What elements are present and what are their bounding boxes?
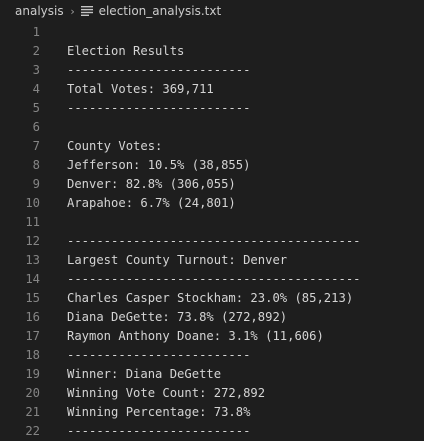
- line-text[interactable]: [40, 213, 67, 232]
- code-area[interactable]: 1 2 Election Results 3 ---------------------…: [0, 23, 424, 441]
- line-number: 10: [25, 196, 40, 210]
- line-number: 16: [25, 310, 40, 324]
- line-number: 13: [25, 253, 40, 267]
- code-line[interactable]: 2 Election Results: [0, 42, 424, 61]
- line-number: 1: [32, 25, 40, 39]
- code-line[interactable]: 22 -------------------------: [0, 422, 424, 441]
- line-number: 7: [32, 139, 40, 153]
- line-text[interactable]: ----------------------------------------: [40, 232, 361, 251]
- code-line[interactable]: 7 County Votes:: [0, 137, 424, 156]
- line-number: 11: [25, 215, 40, 229]
- line-text[interactable]: [40, 23, 67, 42]
- breadcrumb: analysis › election_analysis.txt: [0, 0, 424, 22]
- line-number: 8: [32, 158, 40, 172]
- line-number: 22: [25, 424, 40, 438]
- line-text[interactable]: -------------------------: [40, 61, 250, 80]
- line-text[interactable]: Winning Vote Count: 272,892: [40, 384, 265, 403]
- line-text[interactable]: -------------------------: [40, 346, 250, 365]
- line-text[interactable]: Total Votes: 369,711: [40, 80, 214, 99]
- code-line[interactable]: 11: [0, 213, 424, 232]
- line-text[interactable]: -------------------------: [40, 422, 250, 441]
- line-text[interactable]: County Votes:: [40, 137, 162, 156]
- line-number: 3: [32, 63, 40, 77]
- line-text[interactable]: Diana DeGette: 73.8% (272,892): [40, 308, 287, 327]
- code-line[interactable]: 1: [0, 23, 424, 42]
- breadcrumb-file[interactable]: election_analysis.txt: [99, 4, 222, 18]
- line-number: 5: [32, 101, 40, 115]
- line-text[interactable]: Jefferson: 10.5% (38,855): [40, 156, 250, 175]
- line-text[interactable]: -------------------------: [40, 99, 250, 118]
- code-line[interactable]: 5 -------------------------: [0, 99, 424, 118]
- line-number: 4: [32, 82, 40, 96]
- code-line[interactable]: 21 Winning Percentage: 73.8%: [0, 403, 424, 422]
- code-line[interactable]: 16 Diana DeGette: 73.8% (272,892): [0, 308, 424, 327]
- line-number: 18: [25, 348, 40, 362]
- code-line[interactable]: 15 Charles Casper Stockham: 23.0% (85,213…: [0, 289, 424, 308]
- line-text[interactable]: Raymon Anthony Doane: 3.1% (11,606): [40, 327, 324, 346]
- line-number: 21: [25, 405, 40, 419]
- code-line[interactable]: 10 Arapahoe: 6.7% (24,801): [0, 194, 424, 213]
- code-line[interactable]: 3 -------------------------: [0, 61, 424, 80]
- code-line[interactable]: 13 Largest County Turnout: Denver: [0, 251, 424, 270]
- code-line[interactable]: 8 Jefferson: 10.5% (38,855): [0, 156, 424, 175]
- line-number: 2: [32, 44, 40, 58]
- code-line[interactable]: 6: [0, 118, 424, 137]
- line-text[interactable]: Arapahoe: 6.7% (24,801): [40, 194, 236, 213]
- code-line[interactable]: 9 Denver: 82.8% (306,055): [0, 175, 424, 194]
- line-number: 20: [25, 386, 40, 400]
- code-line[interactable]: 18 -------------------------: [0, 346, 424, 365]
- code-line[interactable]: 14 --------------------------------------…: [0, 270, 424, 289]
- text-editor: analysis › election_analysis.txt 1 2 Elect…: [0, 0, 424, 441]
- line-text[interactable]: Charles Casper Stockham: 23.0% (85,213): [40, 289, 353, 308]
- line-text[interactable]: Largest County Turnout: Denver: [40, 251, 287, 270]
- code-line[interactable]: 20 Winning Vote Count: 272,892: [0, 384, 424, 403]
- chevron-right-icon: ›: [70, 4, 75, 18]
- line-text[interactable]: Denver: 82.8% (306,055): [40, 175, 236, 194]
- line-text[interactable]: ----------------------------------------: [40, 270, 361, 289]
- line-number: 9: [32, 177, 40, 191]
- breadcrumb-folder[interactable]: analysis: [15, 4, 64, 18]
- code-line[interactable]: 19 Winner: Diana DeGette: [0, 365, 424, 384]
- line-number: 6: [32, 120, 40, 134]
- code-line[interactable]: 12 --------------------------------------…: [0, 232, 424, 251]
- line-text[interactable]: Winner: Diana DeGette: [40, 365, 221, 384]
- code-line[interactable]: 17 Raymon Anthony Doane: 3.1% (11,606): [0, 327, 424, 346]
- line-number: 19: [25, 367, 40, 381]
- line-text[interactable]: Winning Percentage: 73.8%: [40, 403, 250, 422]
- line-number: 15: [25, 291, 40, 305]
- line-text[interactable]: Election Results: [40, 42, 184, 61]
- text-file-icon: [80, 6, 93, 16]
- line-number: 14: [25, 272, 40, 286]
- line-number: 17: [25, 329, 40, 343]
- code-line[interactable]: 4 Total Votes: 369,711: [0, 80, 424, 99]
- line-number: 12: [25, 234, 40, 248]
- line-text[interactable]: [40, 118, 67, 137]
